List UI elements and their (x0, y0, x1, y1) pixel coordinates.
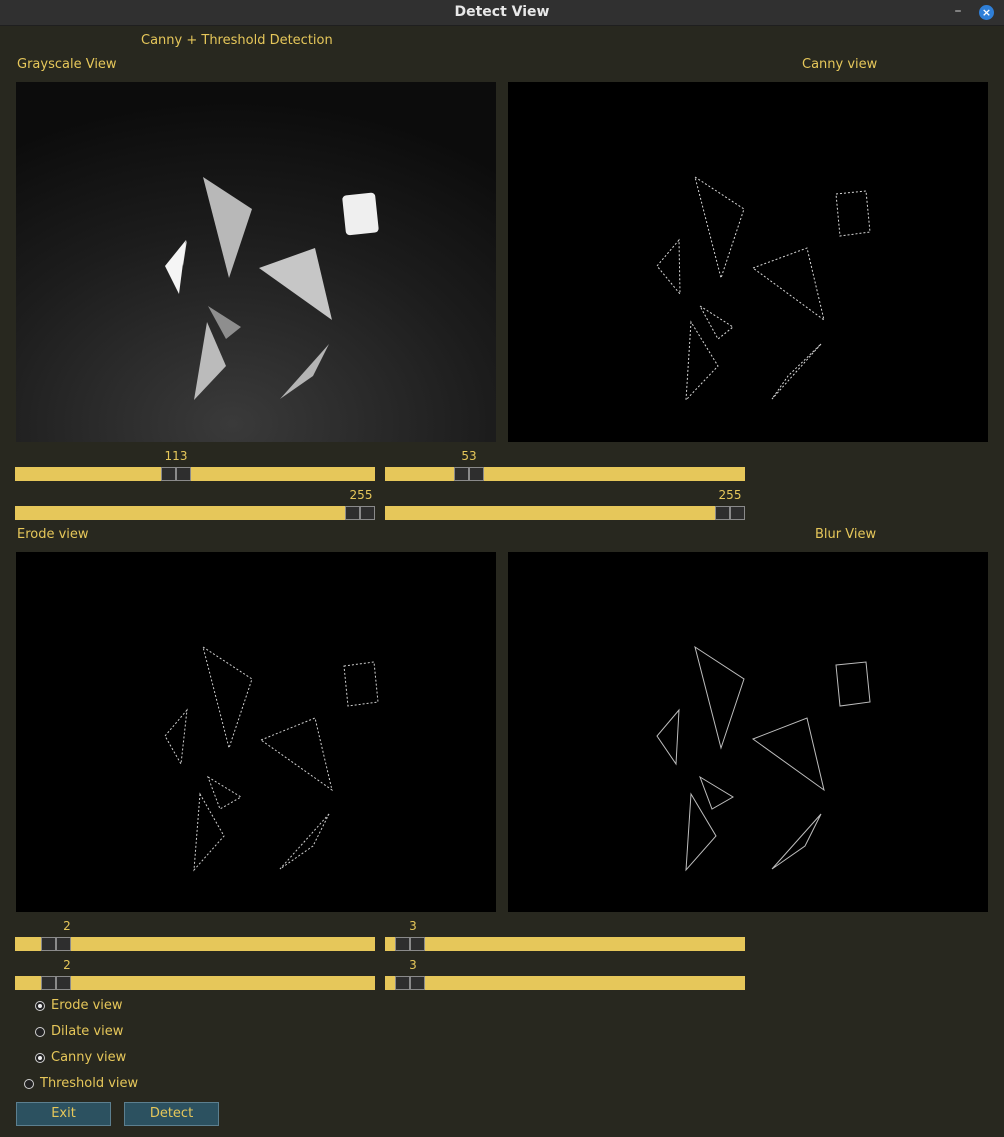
radio-erode-view[interactable]: Erode view (35, 998, 123, 1013)
canny-view-label: Canny view (802, 57, 878, 72)
slider-handle[interactable] (454, 467, 484, 481)
blur-a-slider[interactable] (385, 937, 745, 951)
slider-handle[interactable] (345, 506, 375, 520)
erode-b-value: 2 (63, 958, 71, 972)
exit-button[interactable]: Exit (16, 1102, 111, 1126)
blur-view (508, 552, 988, 912)
blur-b-slider[interactable] (385, 976, 745, 990)
canny-low-slider[interactable] (15, 467, 375, 481)
grayscale-view (16, 82, 496, 442)
radio-label: Threshold view (40, 1076, 139, 1091)
radio-dot-icon[interactable] (35, 1052, 45, 1063)
slider-handle[interactable] (395, 976, 425, 990)
radio-threshold-view[interactable]: Threshold view (24, 1076, 138, 1091)
canny-high-top-value: 255 (718, 488, 742, 502)
erode-view (16, 552, 496, 912)
radio-dot-icon[interactable] (35, 1026, 45, 1037)
blur-view-label: Blur View (815, 527, 877, 542)
canny-low-top-slider[interactable] (15, 506, 375, 520)
erode-a-value: 2 (63, 919, 71, 933)
close-icon[interactable]: × (979, 5, 994, 20)
grayscale-view-label: Grayscale View (17, 57, 117, 72)
title-bar: Detect View – × (0, 0, 1004, 26)
radio-dot-icon[interactable] (24, 1078, 34, 1089)
radio-canny-view[interactable]: Canny view (35, 1050, 126, 1065)
canny-low-top-value: 255 (349, 488, 373, 502)
canny-high-value: 53 (461, 449, 477, 463)
slider-handle[interactable] (41, 976, 71, 990)
canny-view (508, 82, 988, 442)
blur-a-value: 3 (409, 919, 417, 933)
slider-handle[interactable] (395, 937, 425, 951)
radio-label: Canny view (51, 1050, 127, 1065)
radio-dilate-view[interactable]: Dilate view (35, 1024, 123, 1039)
radio-label: Dilate view (51, 1024, 124, 1039)
page-heading: Canny + Threshold Detection (141, 33, 333, 48)
slider-handle[interactable] (161, 467, 191, 481)
minimize-icon[interactable]: – (951, 1, 965, 21)
canny-low-value: 113 (164, 449, 188, 463)
radio-label: Erode view (51, 998, 123, 1013)
detect-button[interactable]: Detect (124, 1102, 219, 1126)
erode-view-label: Erode view (17, 527, 89, 542)
window-title: Detect View (454, 4, 550, 20)
erode-a-slider[interactable] (15, 937, 375, 951)
canny-high-slider[interactable] (385, 467, 745, 481)
canny-high-top-slider[interactable] (385, 506, 745, 520)
radio-dot-icon[interactable] (35, 1000, 45, 1011)
blur-b-value: 3 (409, 958, 417, 972)
slider-handle[interactable] (41, 937, 71, 951)
erode-b-slider[interactable] (15, 976, 375, 990)
slider-handle[interactable] (715, 506, 745, 520)
